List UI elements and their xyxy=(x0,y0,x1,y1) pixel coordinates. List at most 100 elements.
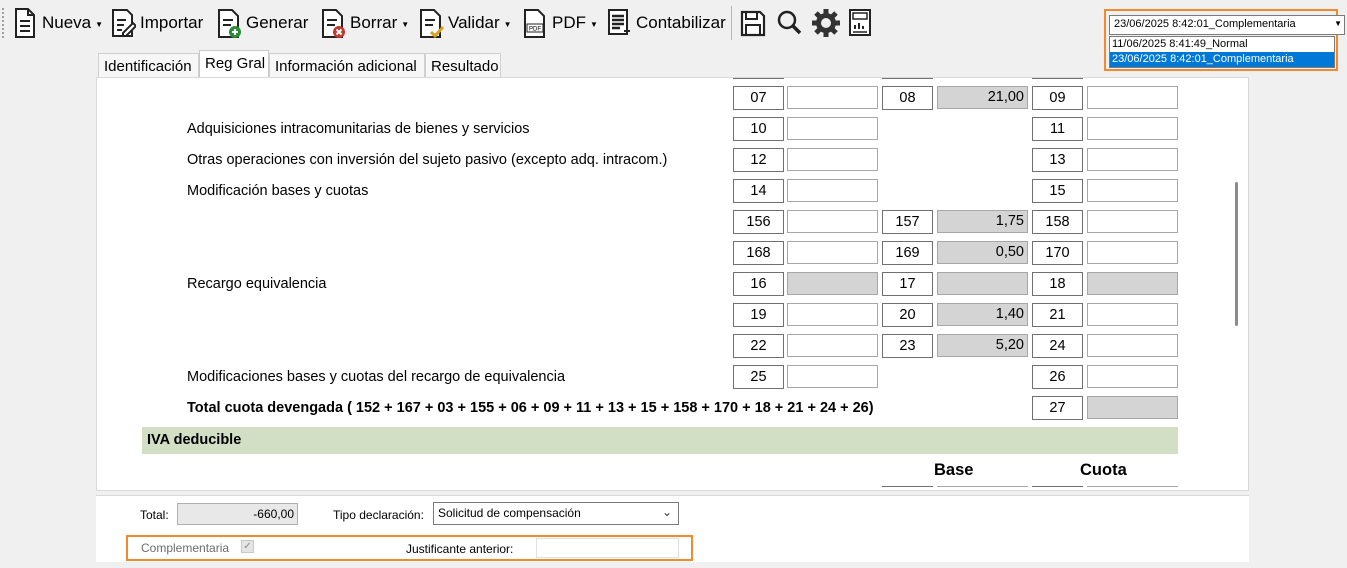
tab-informacion-adicional[interactable]: Información adicional xyxy=(269,53,425,78)
total-label: Total: xyxy=(140,508,169,522)
input-field[interactable] xyxy=(787,210,878,233)
chevron-down-icon: ▼ xyxy=(401,19,410,29)
vertical-scrollbar[interactable] xyxy=(1235,182,1238,326)
input-field[interactable] xyxy=(787,148,878,171)
generar-button[interactable]: Generar xyxy=(216,6,308,40)
box-number: 26 xyxy=(1032,365,1083,389)
total-cuota-label: Total cuota devengada ( 152 + 167 + 03 +… xyxy=(187,400,874,416)
tipo-declaracion-select[interactable]: Solicitud de compensación ⌄ xyxy=(433,502,679,525)
generate-icon xyxy=(218,9,241,38)
box-number: 22 xyxy=(733,334,784,358)
section-header: IVA deducible xyxy=(142,427,1178,454)
box-number: 12 xyxy=(733,148,784,172)
box-number: 11 xyxy=(1032,117,1083,141)
clipped-field xyxy=(937,486,1028,487)
column-header-cuota: Cuota xyxy=(1080,461,1127,479)
importar-button[interactable]: Importar xyxy=(110,6,203,40)
box-number: 168 xyxy=(733,241,784,265)
row-label: Modificaciones bases y cuotas del recarg… xyxy=(187,369,566,385)
contabilizar-button[interactable]: Contabilizar xyxy=(606,6,726,40)
generar-label: Generar xyxy=(246,13,309,32)
input-field[interactable] xyxy=(787,241,878,264)
chevron-down-icon: ▼ xyxy=(503,19,512,29)
version-option-selected[interactable]: 23/06/2025 8:42:01_Complementaria xyxy=(1110,52,1334,67)
new-document-icon xyxy=(15,8,35,38)
input-field[interactable] xyxy=(787,117,878,140)
pdf-button[interactable]: PDF PDF ▼ xyxy=(522,6,598,40)
tab-resultado[interactable]: Resultado xyxy=(425,53,501,78)
input-field[interactable] xyxy=(1087,365,1178,388)
tipo-declaracion-value: Solicitud de compensación xyxy=(438,506,581,520)
tipo-declaracion-label: Tipo declaración: xyxy=(333,508,424,522)
value-field: 1,40 xyxy=(937,303,1028,326)
row-label: Modificación bases y cuotas xyxy=(187,183,369,199)
validar-label: Validar xyxy=(448,13,500,32)
column-header-base: Base xyxy=(934,461,974,479)
tab-reg-gral[interactable]: Reg Gral xyxy=(199,50,269,78)
box-number: 157 xyxy=(882,210,933,234)
box-number: 21 xyxy=(1032,303,1083,327)
box-number: 19 xyxy=(733,303,784,327)
box-number: 18 xyxy=(1032,272,1083,296)
tab-identificacion[interactable]: Identificación xyxy=(98,53,199,78)
version-option[interactable]: 11/06/2025 8:41:49_Normal xyxy=(1110,37,1334,52)
chevron-down-icon: ▼ xyxy=(1334,19,1342,28)
nueva-button[interactable]: Nueva ▼ xyxy=(12,6,103,40)
input-field[interactable] xyxy=(787,86,878,109)
delete-icon xyxy=(322,9,345,38)
row-label: Adquisiciones intracomunitarias de biene… xyxy=(187,121,530,137)
search-icon xyxy=(777,10,802,35)
save-icon xyxy=(740,10,766,37)
pdf-icon: PDF xyxy=(524,9,545,38)
input-field[interactable] xyxy=(1087,86,1178,109)
import-icon xyxy=(112,9,136,37)
clipped-field xyxy=(1087,486,1178,487)
clipped-box xyxy=(882,486,933,487)
input-field[interactable] xyxy=(787,334,878,357)
row-label: Otras operaciones con inversión del suje… xyxy=(187,152,668,168)
justificante-label: Justificante anterior: xyxy=(406,542,514,556)
value-field: 21,00 xyxy=(937,86,1028,109)
chevron-down-icon: ▼ xyxy=(95,19,104,29)
box-number: 08 xyxy=(882,86,933,110)
input-field[interactable] xyxy=(1087,334,1178,357)
borrar-button[interactable]: Borrar ▼ xyxy=(320,6,409,40)
search-button[interactable] xyxy=(776,6,802,40)
pdf-label: PDF xyxy=(552,13,586,32)
validate-icon xyxy=(420,9,444,39)
report-button[interactable] xyxy=(848,6,874,40)
gear-icon xyxy=(812,9,840,37)
input-field[interactable] xyxy=(787,303,878,326)
settings-button[interactable] xyxy=(810,6,842,40)
clipped-box xyxy=(1032,486,1083,487)
nueva-label: Nueva xyxy=(42,13,92,32)
input-field[interactable] xyxy=(1087,148,1178,171)
box-number: 10 xyxy=(733,117,784,141)
box-number: 15 xyxy=(1032,179,1083,203)
input-field[interactable] xyxy=(1087,303,1178,326)
box-number: 25 xyxy=(733,365,784,389)
box-number: 156 xyxy=(733,210,784,234)
input-field[interactable] xyxy=(787,365,878,388)
complementaria-checkbox[interactable]: ✓ xyxy=(241,540,254,553)
box-number: 14 xyxy=(733,179,784,203)
box-number: 17 xyxy=(882,272,933,296)
value-field: 5,20 xyxy=(937,334,1028,357)
total-value: -660,00 xyxy=(177,503,298,525)
save-button[interactable] xyxy=(740,6,766,40)
justificante-input[interactable] xyxy=(536,538,679,558)
validar-button[interactable]: Validar ▼ xyxy=(418,6,512,40)
input-field[interactable] xyxy=(787,179,878,202)
input-field[interactable] xyxy=(1087,210,1178,233)
input-field[interactable] xyxy=(1087,179,1178,202)
input-field[interactable] xyxy=(1087,241,1178,264)
input-field[interactable] xyxy=(1087,117,1178,140)
row-label: Recargo equivalencia xyxy=(187,276,327,292)
version-select[interactable]: 23/06/2025 8:42:01_Complementaria ▼ xyxy=(1109,15,1345,35)
value-field: 0,50 xyxy=(937,241,1028,264)
value-field xyxy=(787,272,878,295)
box-number: 158 xyxy=(1032,210,1083,234)
chevron-down-icon: ⌄ xyxy=(661,505,672,519)
clipped-box xyxy=(1032,78,1083,79)
value-field xyxy=(1087,396,1178,419)
